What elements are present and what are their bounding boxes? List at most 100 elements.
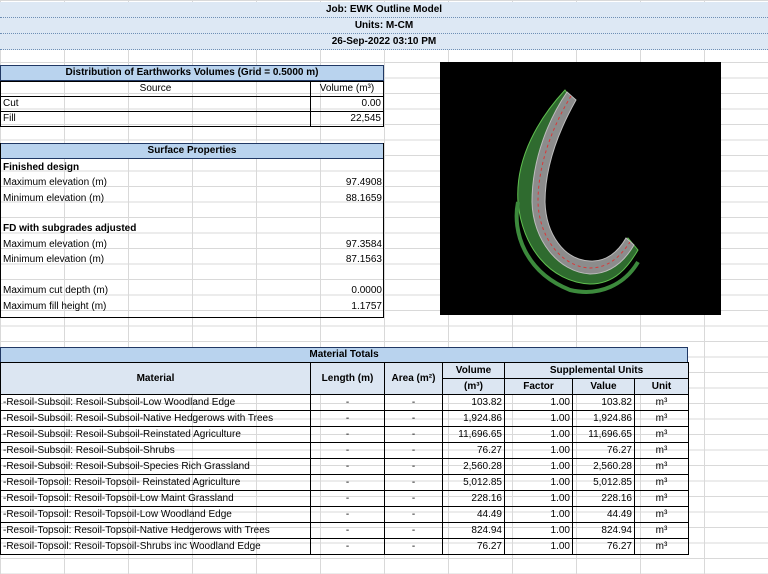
finished-design-label: Finished design xyxy=(3,162,80,173)
table-row: -Resoil-Topsoil: Resoil-Topsoil-Low Wood… xyxy=(0,506,690,523)
fill-height-label: Maximum fill height (m) xyxy=(3,301,107,312)
unit-col-header: Unit xyxy=(633,378,690,395)
material-name: -Resoil-Subsoil: Resoil-Subsoil-Low Wood… xyxy=(0,394,311,411)
material-col-header: Material xyxy=(0,362,311,395)
supplemental-units-header: Supplemental Units xyxy=(503,362,690,379)
unit-cell: m³ xyxy=(633,474,690,491)
fd-min-label: Minimum elevation (m) xyxy=(3,193,105,204)
subgrades-label: FD with subgrades adjusted xyxy=(3,223,137,234)
material-name: -Resoil-Subsoil: Resoil-Subsoil-Native H… xyxy=(0,410,311,427)
sub-min-label: Minimum elevation (m) xyxy=(3,254,105,265)
area-cell: - xyxy=(384,394,443,411)
table-row: -Resoil-Topsoil: Resoil-Topsoil-Low Main… xyxy=(0,490,690,507)
material-name: -Resoil-Topsoil: Resoil-Topsoil- Reinsta… xyxy=(0,474,311,491)
report-datetime: 26-Sep-2022 03:10 PM xyxy=(0,34,768,50)
length-cell: - xyxy=(310,522,385,539)
length-cell: - xyxy=(310,442,385,459)
volume-cell: 1,924.86 xyxy=(442,410,505,427)
table-row: -Resoil-Subsoil: Resoil-Subsoil-Low Wood… xyxy=(0,394,690,411)
unit-cell: m³ xyxy=(633,442,690,459)
volume-cell: 44.49 xyxy=(442,506,505,523)
factor-cell: 1.00 xyxy=(504,410,573,427)
sub-max-label: Maximum elevation (m) xyxy=(3,239,107,250)
unit-cell: m³ xyxy=(633,522,690,539)
value-cell: 228.16 xyxy=(572,490,635,507)
area-cell: - xyxy=(384,442,443,459)
volume-cell: 76.27 xyxy=(442,538,505,555)
cut-label: Cut xyxy=(0,96,311,112)
length-cell: - xyxy=(310,458,385,475)
area-col-header: Area (m²) xyxy=(384,362,443,395)
table-row: -Resoil-Topsoil: Resoil-Topsoil-Shrubs i… xyxy=(0,538,690,555)
cut-depth-label: Maximum cut depth (m) xyxy=(3,285,109,296)
area-cell: - xyxy=(384,506,443,523)
volume-cell: 5,012.85 xyxy=(442,474,505,491)
length-cell: - xyxy=(310,538,385,555)
value-col-header: Value xyxy=(572,378,635,395)
fill-label: Fill xyxy=(0,111,311,127)
cut-volume: 0.00 xyxy=(310,96,384,112)
value-cell: 2,560.28 xyxy=(572,458,635,475)
area-cell: - xyxy=(384,474,443,491)
volume-cell: 103.82 xyxy=(442,394,505,411)
volume-header: Volume (m³) xyxy=(310,81,384,97)
length-cell: - xyxy=(310,394,385,411)
unit-cell: m³ xyxy=(633,538,690,555)
unit-cell: m³ xyxy=(633,426,690,443)
volume-cell: 228.16 xyxy=(442,490,505,507)
material-name: -Resoil-Subsoil: Resoil-Subsoil-Species … xyxy=(0,458,311,475)
fd-min-value: 88.1659 xyxy=(345,193,382,204)
value-cell: 5,012.85 xyxy=(572,474,635,491)
fill-volume: 22,545 xyxy=(310,111,384,127)
length-cell: - xyxy=(310,490,385,507)
area-cell: - xyxy=(384,538,443,555)
factor-cell: 1.00 xyxy=(504,458,573,475)
fill-height-value: 1.1757 xyxy=(351,301,382,312)
value-cell: 103.82 xyxy=(572,394,635,411)
value-cell: 76.27 xyxy=(572,442,635,459)
volume-cell: 824.94 xyxy=(442,522,505,539)
factor-cell: 1.00 xyxy=(504,522,573,539)
volume-cell: 76.27 xyxy=(442,442,505,459)
factor-cell: 1.00 xyxy=(504,490,573,507)
material-rows: -Resoil-Subsoil: Resoil-Subsoil-Low Wood… xyxy=(0,394,690,555)
earthworks-title: Distribution of Earthworks Volumes (Grid… xyxy=(0,65,384,81)
area-cell: - xyxy=(384,410,443,427)
volume-unit-header: (m³) xyxy=(442,378,505,395)
material-totals-title: Material Totals xyxy=(0,347,688,363)
factor-cell: 1.00 xyxy=(504,506,573,523)
material-name: -Resoil-Topsoil: Resoil-Topsoil-Low Wood… xyxy=(0,506,311,523)
volume-col-header: Volume xyxy=(442,362,505,379)
factor-cell: 1.00 xyxy=(504,426,573,443)
area-cell: - xyxy=(384,458,443,475)
surface-title: Surface Properties xyxy=(0,143,384,159)
material-name: -Resoil-Subsoil: Resoil-Subsoil-Shrubs xyxy=(0,442,311,459)
fd-max-value: 97.4908 xyxy=(345,177,382,188)
length-cell: - xyxy=(310,410,385,427)
table-row: -Resoil-Subsoil: Resoil-Subsoil-Native H… xyxy=(0,410,690,427)
area-cell: - xyxy=(384,522,443,539)
length-col-header: Length (m) xyxy=(310,362,385,395)
material-totals-table: Material Length (m) Area (m²) Volume Sup… xyxy=(0,362,690,555)
factor-cell: 1.00 xyxy=(504,394,573,411)
length-cell: - xyxy=(310,426,385,443)
material-name: -Resoil-Topsoil: Resoil-Topsoil-Shrubs i… xyxy=(0,538,311,555)
material-header-row: Material Length (m) Area (m²) Volume Sup… xyxy=(0,362,690,395)
volume-cell: 11,696.65 xyxy=(442,426,505,443)
unit-cell: m³ xyxy=(633,394,690,411)
value-cell: 824.94 xyxy=(572,522,635,539)
factor-col-header: Factor xyxy=(504,378,573,395)
unit-cell: m³ xyxy=(633,410,690,427)
value-cell: 44.49 xyxy=(572,506,635,523)
table-row: -Resoil-Subsoil: Resoil-Subsoil-Reinstat… xyxy=(0,426,690,443)
table-row: -Resoil-Subsoil: Resoil-Subsoil-Species … xyxy=(0,458,690,475)
sub-min-value: 87.1563 xyxy=(345,254,382,265)
table-row: -Resoil-Topsoil: Resoil-Topsoil- Reinsta… xyxy=(0,474,690,491)
table-row: -Resoil-Topsoil: Resoil-Topsoil-Native H… xyxy=(0,522,690,539)
factor-cell: 1.00 xyxy=(504,474,573,491)
value-cell: 76.27 xyxy=(572,538,635,555)
area-cell: - xyxy=(384,490,443,507)
sub-max-value: 97.3584 xyxy=(345,239,382,250)
material-name: -Resoil-Topsoil: Resoil-Topsoil-Low Main… xyxy=(0,490,311,507)
value-cell: 1,924.86 xyxy=(572,410,635,427)
